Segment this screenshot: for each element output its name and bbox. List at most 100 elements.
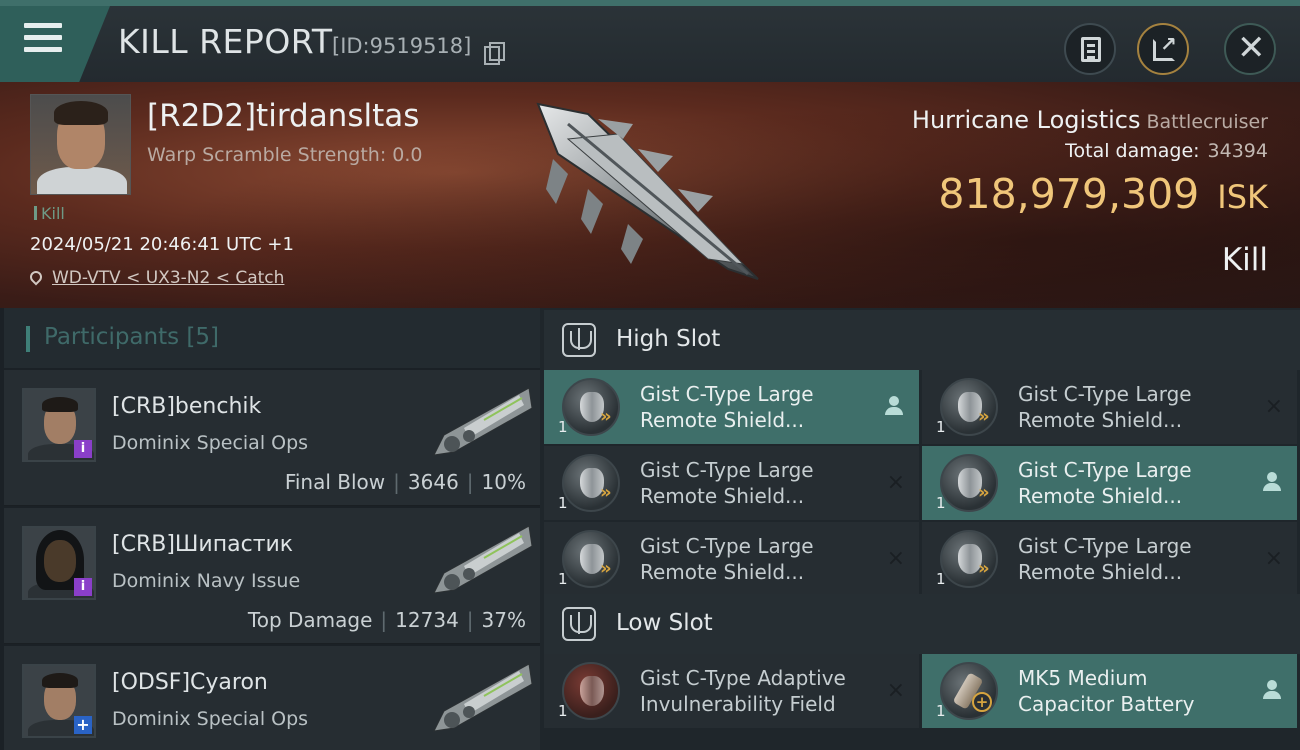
module-quantity: 1: [936, 570, 946, 588]
participant-stats: Top Damage | 12734 | 37%: [247, 608, 526, 632]
participants-header: Participants [5]: [4, 308, 540, 368]
module-name: Gist C-Type Large Remote Shield...: [640, 382, 814, 432]
high-slot-header: High Slot: [544, 310, 1300, 370]
plus-badge-icon: +: [74, 716, 92, 734]
shield-module-icon: »: [940, 530, 998, 588]
participants-header-accent: [26, 326, 30, 352]
destroyed-icon: ×: [886, 546, 905, 571]
module-name: MK5 Medium Capacitor Battery: [1018, 666, 1195, 716]
kill-tag: Kill: [34, 204, 65, 223]
participant-name: [CRB]benchik: [112, 394, 262, 419]
participant-damage: 3646: [407, 470, 459, 494]
destroyed-icon: ×: [886, 678, 905, 703]
capacitor-battery-icon: +: [940, 662, 998, 720]
participant-ship-image: [433, 387, 533, 456]
victim-ship-image: [536, 102, 759, 280]
module-name: Gist C-Type Large Remote Shield...: [1018, 534, 1192, 584]
result-label: Kill: [1221, 242, 1268, 278]
avatar[interactable]: i: [22, 526, 96, 600]
avatar[interactable]: i: [22, 388, 96, 462]
export-icon: [1153, 32, 1177, 61]
close-icon: ✕: [1237, 28, 1266, 68]
isk-unit: ISK: [1217, 178, 1268, 216]
victim-name[interactable]: [R2D2]tirdansltas: [147, 98, 419, 134]
high-slot-title: High Slot: [616, 326, 721, 352]
module-quantity: 1: [936, 702, 946, 720]
module-item[interactable]: » 1 Gist C-Type Large Remote Shield...: [922, 446, 1297, 520]
total-damage-value: 34394: [1207, 140, 1268, 162]
module-quantity: 1: [558, 702, 568, 720]
fitting-panel: High Slot » 1 Gist C-Type Large Remote S…: [540, 308, 1300, 750]
copy-icon[interactable]: [484, 42, 505, 65]
participants-panel: Participants [5] i [CRB]benchik Dominix …: [0, 308, 540, 750]
victim-portrait[interactable]: [30, 94, 131, 195]
participant-percent: 10%: [481, 470, 526, 494]
module-item[interactable]: 1 Gist C-Type Adaptive Invulnerability F…: [544, 654, 919, 728]
participant-ship: Dominix Special Ops: [112, 432, 309, 454]
clipboard-icon: [1081, 37, 1101, 62]
participant-row[interactable]: i [CRB]Шипастик Dominix Navy Issue Top D…: [4, 508, 540, 644]
module-item[interactable]: » 1 Gist C-Type Large Remote Shield... ×: [922, 370, 1297, 444]
participants-count: [5]: [186, 324, 220, 350]
low-slot-header: Low Slot: [544, 594, 1300, 654]
shield-module-icon: »: [562, 378, 620, 436]
participant-ship-image: [433, 663, 533, 732]
location-link[interactable]: WD-VTV < UX3-N2 < Catch: [52, 268, 284, 288]
ship-name-text: Hurricane Logistics: [911, 106, 1141, 134]
participant-row[interactable]: + [ODSF]Cyaron Dominix Special Ops: [4, 646, 540, 750]
participants-label: Participants: [44, 324, 180, 350]
warp-scramble-strength: Warp Scramble Strength: 0.0: [147, 144, 423, 166]
module-quantity: 1: [936, 494, 946, 512]
total-damage-label: Total damage:: [1065, 140, 1200, 162]
module-item[interactable]: » 1 Gist C-Type Large Remote Shield...: [544, 370, 919, 444]
export-button[interactable]: [1137, 23, 1189, 75]
module-item[interactable]: » 1 Gist C-Type Large Remote Shield... ×: [544, 522, 919, 596]
menu-button[interactable]: [0, 6, 110, 82]
module-name: Gist C-Type Large Remote Shield...: [640, 458, 814, 508]
info-badge-icon: i: [74, 578, 92, 596]
pilot-icon: [1263, 472, 1281, 492]
module-name: Gist C-Type Large Remote Shield...: [640, 534, 814, 584]
clipboard-button[interactable]: [1064, 23, 1116, 75]
participant-name: [CRB]Шипастик: [112, 532, 294, 557]
module-item[interactable]: » 1 Gist C-Type Large Remote Shield... ×: [544, 446, 919, 520]
menu-icon: [24, 23, 62, 53]
participant-row[interactable]: i [CRB]benchik Dominix Special Ops Final…: [4, 370, 540, 506]
participant-stats: Final Blow | 3646 | 10%: [284, 470, 526, 494]
victim-banner: [R2D2]tirdansltas Warp Scramble Strength…: [0, 82, 1300, 308]
low-slot-icon: [562, 607, 596, 641]
kill-location[interactable]: WD-VTV < UX3-N2 < Catch: [27, 268, 284, 288]
participant-percent: 37%: [481, 608, 526, 632]
participant-name: [ODSF]Cyaron: [112, 670, 268, 695]
kill-datetime: 2024/05/21 20:46:41 UTC +1: [30, 234, 294, 255]
close-button[interactable]: ✕: [1224, 23, 1276, 75]
module-name: Gist C-Type Large Remote Shield...: [1018, 458, 1192, 508]
low-slot-title: Low Slot: [616, 610, 713, 636]
participant-ship: Dominix Navy Issue: [112, 570, 301, 592]
victim-ship-name[interactable]: Hurricane Logistics Battlecruiser: [912, 106, 1268, 134]
report-id: [ID:9519518]: [332, 34, 472, 58]
avatar[interactable]: +: [22, 664, 96, 738]
pilot-icon: [885, 396, 903, 416]
page-title: KILL REPORT: [118, 22, 333, 61]
shield-module-icon: »: [562, 454, 620, 512]
participant-role: Final Blow: [284, 470, 386, 494]
participant-role: Top Damage: [247, 608, 373, 632]
participants-title: Participants [5]: [44, 324, 219, 350]
module-item[interactable]: + 1 MK5 Medium Capacitor Battery: [922, 654, 1297, 728]
total-damage: Total damage: 34394: [1065, 140, 1268, 162]
module-item[interactable]: » 1 Gist C-Type Large Remote Shield... ×: [922, 522, 1297, 596]
module-quantity: 1: [558, 494, 568, 512]
module-name: Gist C-Type Adaptive Invulnerability Fie…: [640, 666, 846, 716]
module-quantity: 1: [558, 418, 568, 436]
high-slot-icon: [562, 323, 596, 357]
shield-module-icon: »: [940, 454, 998, 512]
shield-module-icon: »: [940, 378, 998, 436]
pilot-icon: [1263, 680, 1281, 700]
header-bar: KILL REPORT [ID:9519518] ✕: [0, 0, 1300, 82]
location-pin-icon: [27, 268, 45, 286]
invulnerability-field-icon: [562, 662, 620, 720]
info-badge-icon: i: [74, 440, 92, 458]
destroyed-icon: ×: [886, 470, 905, 495]
shield-module-icon: »: [562, 530, 620, 588]
